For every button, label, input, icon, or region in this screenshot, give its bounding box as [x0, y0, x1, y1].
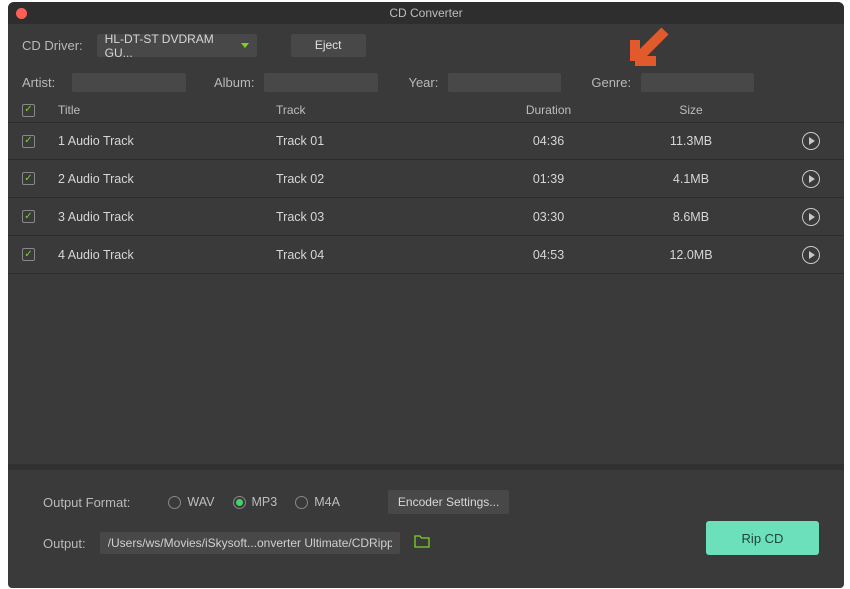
cell-size: 11.3MB: [621, 134, 761, 148]
wav-label: WAV: [187, 495, 214, 509]
cell-duration: 01:39: [476, 172, 621, 186]
col-size: Size: [621, 103, 761, 117]
table-row[interactable]: ✓ 2 Audio TrackTrack 0201:394.1MB: [8, 160, 844, 198]
format-mp3-radio[interactable]: MP3: [233, 495, 278, 509]
rip-cd-button[interactable]: Rip CD: [706, 521, 819, 555]
cell-title: 2 Audio Track: [58, 172, 276, 186]
genre-label: Genre:: [591, 75, 631, 90]
chevron-down-icon: [241, 43, 249, 48]
select-all-checkbox[interactable]: ✓: [22, 104, 35, 117]
output-path-label: Output:: [43, 536, 86, 551]
radio-icon: [233, 496, 246, 509]
titlebar: CD Converter: [8, 2, 844, 24]
cell-duration: 03:30: [476, 210, 621, 224]
output-path-input[interactable]: [100, 532, 400, 554]
cell-size: 4.1MB: [621, 172, 761, 186]
cell-track: Track 01: [276, 134, 476, 148]
cell-track: Track 02: [276, 172, 476, 186]
format-m4a-radio[interactable]: M4A: [295, 495, 340, 509]
cell-size: 12.0MB: [621, 248, 761, 262]
track-list: ✓ 1 Audio TrackTrack 0104:3611.3MB ✓ 2 Audi…: [8, 122, 844, 274]
cd-driver-label: CD Driver:: [22, 38, 83, 53]
year-label: Year:: [408, 75, 438, 90]
toolbar: CD Driver: HL-DT-ST DVDRAM GU... Eject A…: [8, 24, 844, 92]
window-title: CD Converter: [8, 6, 844, 20]
row-checkbox[interactable]: ✓: [22, 248, 35, 261]
album-label: Album:: [214, 75, 254, 90]
album-input[interactable]: [264, 73, 378, 92]
cell-track: Track 03: [276, 210, 476, 224]
table-row[interactable]: ✓ 1 Audio TrackTrack 0104:3611.3MB: [8, 122, 844, 160]
artist-label: Artist:: [22, 75, 62, 90]
radio-icon: [295, 496, 308, 509]
col-title: Title: [58, 103, 276, 117]
output-format-label: Output Format:: [43, 495, 130, 510]
genre-input[interactable]: [641, 73, 754, 92]
artist-input[interactable]: [72, 73, 186, 92]
row-checkbox[interactable]: ✓: [22, 172, 35, 185]
browse-folder-icon[interactable]: [414, 534, 430, 553]
table-row[interactable]: ✓ 4 Audio TrackTrack 0404:5312.0MB: [8, 236, 844, 274]
cell-duration: 04:36: [476, 134, 621, 148]
col-track: Track: [276, 103, 476, 117]
app-window: CD Converter CD Driver: HL-DT-ST DVDRAM …: [8, 2, 844, 588]
cell-title: 1 Audio Track: [58, 134, 276, 148]
cell-duration: 04:53: [476, 248, 621, 262]
m4a-label: M4A: [314, 495, 340, 509]
cell-title: 3 Audio Track: [58, 210, 276, 224]
play-icon[interactable]: [802, 132, 820, 150]
cd-driver-dropdown[interactable]: HL-DT-ST DVDRAM GU...: [97, 34, 257, 57]
format-wav-radio[interactable]: WAV: [168, 495, 214, 509]
cell-size: 8.6MB: [621, 210, 761, 224]
row-checkbox[interactable]: ✓: [22, 135, 35, 148]
cell-title: 4 Audio Track: [58, 248, 276, 262]
table-row[interactable]: ✓ 3 Audio TrackTrack 0303:308.6MB: [8, 198, 844, 236]
encoder-settings-button[interactable]: Encoder Settings...: [388, 490, 509, 514]
table-header: ✓ Title Track Duration Size: [8, 98, 844, 122]
eject-button[interactable]: Eject: [291, 34, 366, 57]
radio-icon: [168, 496, 181, 509]
col-duration: Duration: [476, 103, 621, 117]
play-icon[interactable]: [802, 170, 820, 188]
row-checkbox[interactable]: ✓: [22, 210, 35, 223]
mp3-label: MP3: [252, 495, 278, 509]
play-icon[interactable]: [802, 246, 820, 264]
year-input[interactable]: [448, 73, 561, 92]
play-icon[interactable]: [802, 208, 820, 226]
cell-track: Track 04: [276, 248, 476, 262]
cd-driver-value: HL-DT-ST DVDRAM GU...: [105, 32, 241, 60]
